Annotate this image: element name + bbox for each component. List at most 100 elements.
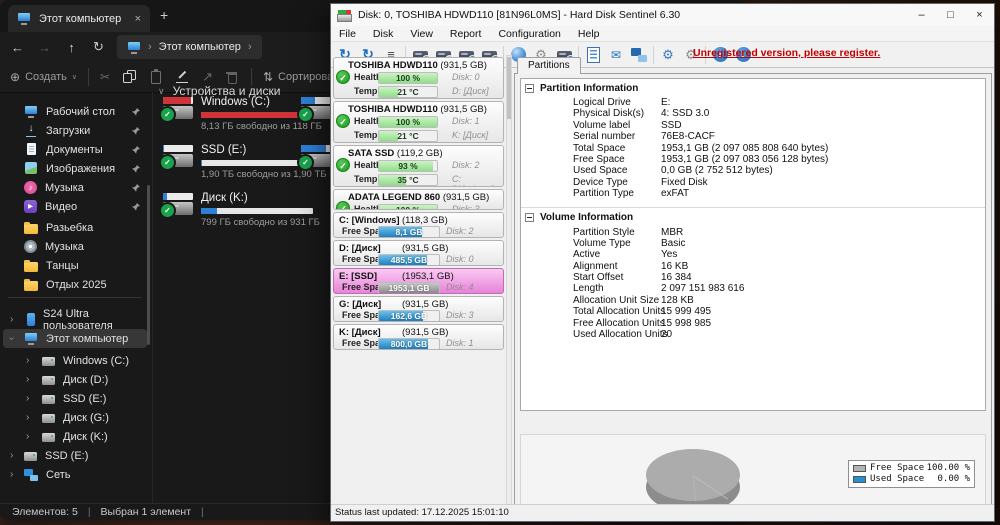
disk-list-scrollbar[interactable] xyxy=(506,55,512,507)
chevron-right-icon[interactable]: › xyxy=(10,469,13,480)
drive-icon: ✓ xyxy=(159,145,193,171)
sidebar-item-folder[interactable]: Разьебка xyxy=(0,218,150,237)
share-icon[interactable]: ↗ xyxy=(202,69,213,85)
free-space-row: Free Space 800,0 GB Disk: 1 xyxy=(342,338,474,349)
disk-number: Disk: 1 xyxy=(446,338,474,348)
menu-report[interactable]: Report xyxy=(450,28,482,40)
disk-card-3[interactable]: ✓ ADATA LEGEND 860 (931,5 GB) Health: 10… xyxy=(333,189,504,210)
sidebar-item-downloads[interactable]: ↓ Загрузки xyxy=(0,121,150,140)
chevron-right-icon[interactable]: › xyxy=(26,355,29,366)
forward-icon[interactable]: → xyxy=(31,40,58,55)
chevron-down-icon[interactable]: › xyxy=(6,337,17,340)
breadcrumb-item[interactable]: Этот компьютер xyxy=(159,41,241,53)
pin-icon[interactable] xyxy=(131,183,141,193)
pin-icon[interactable] xyxy=(131,126,141,136)
sidebar-item-videos[interactable]: ▶ Видео xyxy=(0,197,150,216)
temp-bar: 35 °C xyxy=(378,174,438,186)
sidebar-item-drive-k[interactable]: › Диск (K:) xyxy=(0,427,150,446)
disk-card-2[interactable]: ✓ SATA SSD (119,2 GB) Health: 93 % Disk:… xyxy=(333,145,504,187)
rename-icon[interactable] xyxy=(175,69,191,85)
sidebar-item-desktop[interactable]: Рабочий стол xyxy=(0,102,150,121)
pin-icon[interactable] xyxy=(131,164,141,174)
menu-file[interactable]: File xyxy=(339,28,356,40)
copy-icon[interactable] xyxy=(121,69,137,85)
chevron-right-icon[interactable]: › xyxy=(10,314,13,325)
maximize-button[interactable]: □ xyxy=(936,9,965,21)
breadcrumb[interactable]: › Этот компьютер › xyxy=(117,35,262,59)
disc-icon xyxy=(24,240,37,253)
chevron-right-icon[interactable]: › xyxy=(26,431,29,442)
check-badge-icon: ✓ xyxy=(297,106,314,123)
explorer-tab[interactable]: Этот компьютер × xyxy=(8,5,150,32)
tab-close-icon[interactable]: × xyxy=(135,13,141,25)
refresh-icon[interactable]: ↻ xyxy=(85,39,112,55)
chevron-right-icon[interactable]: › xyxy=(10,450,13,461)
chevron-right-icon[interactable]: › xyxy=(26,374,29,385)
status-last-updated: Status last updated: 17.12.2025 15:01:10 xyxy=(335,507,509,518)
partition-info-box: Partition Information Logical Drive E: Ph… xyxy=(520,78,986,411)
drive-tile-k[interactable]: ✓ Диск (K:) 799 ГБ свободно из 931 ГБ xyxy=(159,192,327,236)
close-button[interactable]: × xyxy=(965,9,994,21)
sidebar-item-pictures[interactable]: Изображения xyxy=(0,159,150,178)
new-tab-button[interactable]: + xyxy=(160,7,168,23)
new-button[interactable]: ⊕ Создать ∨ xyxy=(10,70,77,84)
sidebar-item-phone[interactable]: › S24 Ultra пользователя xyxy=(0,308,150,332)
drive-letter: D: [Диск] xyxy=(452,86,489,96)
pin-icon[interactable] xyxy=(131,107,141,117)
sidebar-item-this-pc[interactable]: › Этот компьютер xyxy=(3,329,147,348)
partition-size: (931,5 GB) xyxy=(402,243,449,254)
drive-name: Windows (C:) xyxy=(201,96,271,108)
drive-letter: C: [Windows] xyxy=(452,174,493,186)
pin-icon[interactable] xyxy=(131,145,141,155)
drive-free-space: 799 ГБ свободно из 931 ГБ xyxy=(201,217,320,228)
sidebar-item-folder[interactable]: Музыка xyxy=(0,237,150,256)
network-icon xyxy=(24,468,38,481)
disk-number: Disk: 1 xyxy=(452,116,480,126)
sidebar-item-drive-c[interactable]: › Windows (C:) xyxy=(0,351,150,370)
drive-usage-mini-bar xyxy=(163,97,191,104)
partition-card-g[interactable]: G: [Диск] (931,5 GB) Free Space 162,6 GB… xyxy=(333,296,504,322)
partition-card-d[interactable]: D: [Диск] (931,5 GB) Free Space 485,5 GB… xyxy=(333,240,504,266)
sentinel-menu-bar: File Disk View Report Configuration Help xyxy=(331,26,994,41)
drive-usage-mini-bar xyxy=(163,193,168,200)
sentinel-status-bar: Status last updated: 17.12.2025 15:01:10 xyxy=(331,504,994,520)
back-icon[interactable]: ← xyxy=(4,40,31,55)
sidebar-item-drive-d[interactable]: › Диск (D:) xyxy=(0,370,150,389)
sidebar-item-folder[interactable]: Отдых 2025 xyxy=(0,275,150,294)
sidebar-item-drive-e[interactable]: › SSD (E:) xyxy=(0,389,150,408)
menu-disk[interactable]: Disk xyxy=(373,28,393,40)
sidebar-scrollbar[interactable] xyxy=(147,185,150,345)
up-icon[interactable]: ↑ xyxy=(58,40,85,55)
chevron-right-icon[interactable]: › xyxy=(26,393,29,404)
menu-configuration[interactable]: Configuration xyxy=(498,28,560,40)
partition-card-c[interactable]: C: [Windows] (118,3 GB) Free Space 8,1 G… xyxy=(333,212,504,238)
tab-content-frame: Partition Information Logical Drive E: Ph… xyxy=(514,73,992,520)
drive-usage-bar xyxy=(201,208,313,214)
sidebar-item-ssd-e[interactable]: › SSD (E:) xyxy=(0,446,150,465)
sidebar-item-network[interactable]: › Сеть xyxy=(0,465,150,484)
paste-icon[interactable] xyxy=(148,69,164,85)
delete-icon[interactable] xyxy=(224,69,240,85)
volume-info-rows: Partition Style MBR Volume Type Basic Acti… xyxy=(573,226,745,341)
minimize-button[interactable]: – xyxy=(907,9,936,21)
sidebar-item-drive-g[interactable]: › Диск (G:) xyxy=(0,408,150,427)
pin-icon[interactable] xyxy=(131,202,141,212)
disk-card-1[interactable]: ✓ TOSHIBA HDWD110 (931,5 GB) Health: 100… xyxy=(333,101,504,143)
sidebar-item-documents[interactable]: Документы xyxy=(0,140,150,159)
sidebar-item-folder[interactable]: Танцы xyxy=(0,256,150,275)
disk-card-0[interactable]: ✓ TOSHIBA HDWD110 (931,5 GB) Health: 100… xyxy=(333,57,504,99)
disk-number: Disk: 0 xyxy=(452,72,480,82)
tab-partitions[interactable]: Partitions xyxy=(517,57,581,74)
partition-card-k[interactable]: K: [Диск] (931,5 GB) Free Space 800,0 GB… xyxy=(333,324,504,350)
sentinel-title-bar[interactable]: Disk: 0, TOSHIBA HDWD110 [81N96L0MS] - H… xyxy=(331,4,994,26)
menu-view[interactable]: View xyxy=(410,28,433,40)
sidebar-item-music[interactable]: ♪ Музыка xyxy=(0,178,150,197)
partition-card-e-selected[interactable]: E: [SSD] (1953,1 GB) Free Space 1953,1 G… xyxy=(333,268,504,294)
this-pc-icon xyxy=(17,12,31,25)
collapse-icon[interactable] xyxy=(525,213,534,223)
chevron-right-icon[interactable]: › xyxy=(26,412,29,423)
collapse-icon[interactable] xyxy=(525,84,534,93)
menu-help[interactable]: Help xyxy=(578,28,600,40)
cut-icon[interactable]: ✂ xyxy=(100,70,110,84)
check-badge-icon: ✓ xyxy=(159,154,176,171)
